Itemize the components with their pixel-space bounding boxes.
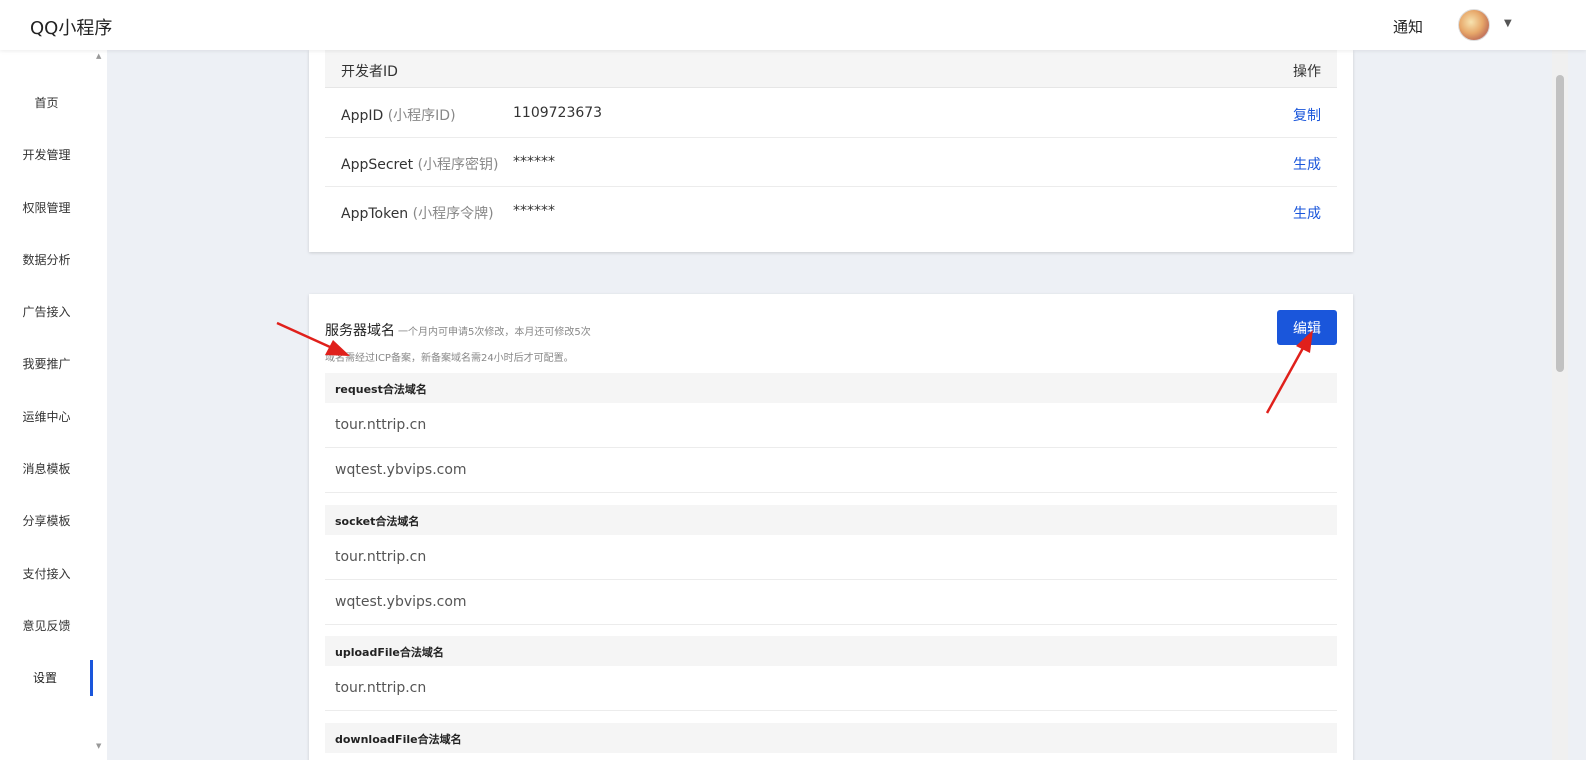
sidebar-item-promotion[interactable]: 我要推广 [0, 346, 93, 382]
modification-note: 一个月内可申请5次修改，本月还可修改5次 [398, 327, 591, 338]
appsecret-value: ****** [513, 154, 555, 170]
column-header-action: 操作 [1293, 64, 1321, 80]
scrollbar-thumb[interactable] [1556, 75, 1564, 372]
sidebar-item-dev-management[interactable]: 开发管理 [0, 137, 93, 173]
app-title[interactable]: QQ小程序 [30, 14, 112, 40]
row-label: AppID (小程序ID) [341, 108, 456, 124]
generate-appsecret-link[interactable]: 生成 [1293, 154, 1321, 174]
section-title: 服务器域名 [325, 323, 395, 339]
sidebar: 首页 开发管理 权限管理 数据分析 广告接入 我要推广 运维中心 消息模板 分享… [0, 50, 93, 760]
sidebar-scrollbar[interactable]: ▲ ▼ [93, 50, 107, 760]
uploadfile-domain-header: uploadFile合法域名 [325, 636, 1337, 666]
sidebar-item-payment[interactable]: 支付接入 [0, 556, 93, 592]
server-domain-card: 服务器域名 一个月内可申请5次修改，本月还可修改5次 域名需经过ICP备案，新备… [309, 294, 1353, 760]
sidebar-item-permissions[interactable]: 权限管理 [0, 190, 93, 226]
list-item: tour.nttrip.cn [325, 666, 1337, 711]
generate-apptoken-link[interactable]: 生成 [1293, 203, 1321, 223]
top-bar: QQ小程序 通知 ▼ [0, 0, 1586, 50]
developer-id-card: 开发者ID 操作 AppID (小程序ID) 1109723673 复制 App… [309, 50, 1353, 252]
appid-value: 1109723673 [513, 105, 603, 121]
sidebar-item-ops-center[interactable]: 运维中心 [0, 399, 93, 435]
edit-button[interactable]: 编辑 [1277, 310, 1337, 345]
table-row: AppToken (小程序令牌) ****** 生成 [325, 187, 1337, 236]
list-item: tour.nttrip.cn [325, 535, 1337, 580]
notification-link[interactable]: 通知 [1393, 16, 1423, 37]
chevron-down-icon[interactable]: ▼ [1504, 18, 1512, 29]
apptoken-value: ****** [513, 203, 555, 219]
table-row: AppID (小程序ID) 1109723673 复制 [325, 89, 1337, 138]
socket-domain-header: socket合法域名 [325, 505, 1337, 535]
request-domain-header: request合法域名 [325, 373, 1337, 403]
page-scrollbar[interactable] [1552, 0, 1568, 760]
developer-table-header: 开发者ID 操作 [325, 50, 1337, 88]
avatar[interactable] [1458, 9, 1490, 41]
list-item: tour.nttrip.cn [325, 403, 1337, 448]
scroll-up-icon[interactable]: ▲ [96, 52, 101, 60]
icp-hint: 域名需经过ICP备案，新备案域名需24小时后才可配置。 [325, 353, 574, 364]
downloadfile-domain-header: downloadFile合法域名 [325, 723, 1337, 753]
sidebar-item-ads[interactable]: 广告接入 [0, 294, 93, 330]
table-row: AppSecret (小程序密钥) ****** 生成 [325, 138, 1337, 187]
list-item: wqtest.ybvips.com [325, 448, 1337, 493]
copy-appid-link[interactable]: 复制 [1293, 105, 1321, 125]
scroll-down-icon[interactable]: ▼ [96, 742, 101, 750]
row-label: AppToken (小程序令牌) [341, 206, 494, 222]
sidebar-item-share-templates[interactable]: 分享模板 [0, 503, 93, 539]
sidebar-item-home[interactable]: 首页 [0, 85, 93, 121]
row-label: AppSecret (小程序密钥) [341, 157, 499, 173]
column-header-developer-id: 开发者ID [341, 64, 398, 80]
sidebar-item-settings[interactable]: 设置 [0, 660, 93, 696]
sidebar-item-feedback[interactable]: 意见反馈 [0, 608, 93, 644]
sidebar-item-analytics[interactable]: 数据分析 [0, 242, 93, 278]
list-item: wqtest.ybvips.com [325, 580, 1337, 625]
sidebar-item-message-templates[interactable]: 消息模板 [0, 451, 93, 487]
